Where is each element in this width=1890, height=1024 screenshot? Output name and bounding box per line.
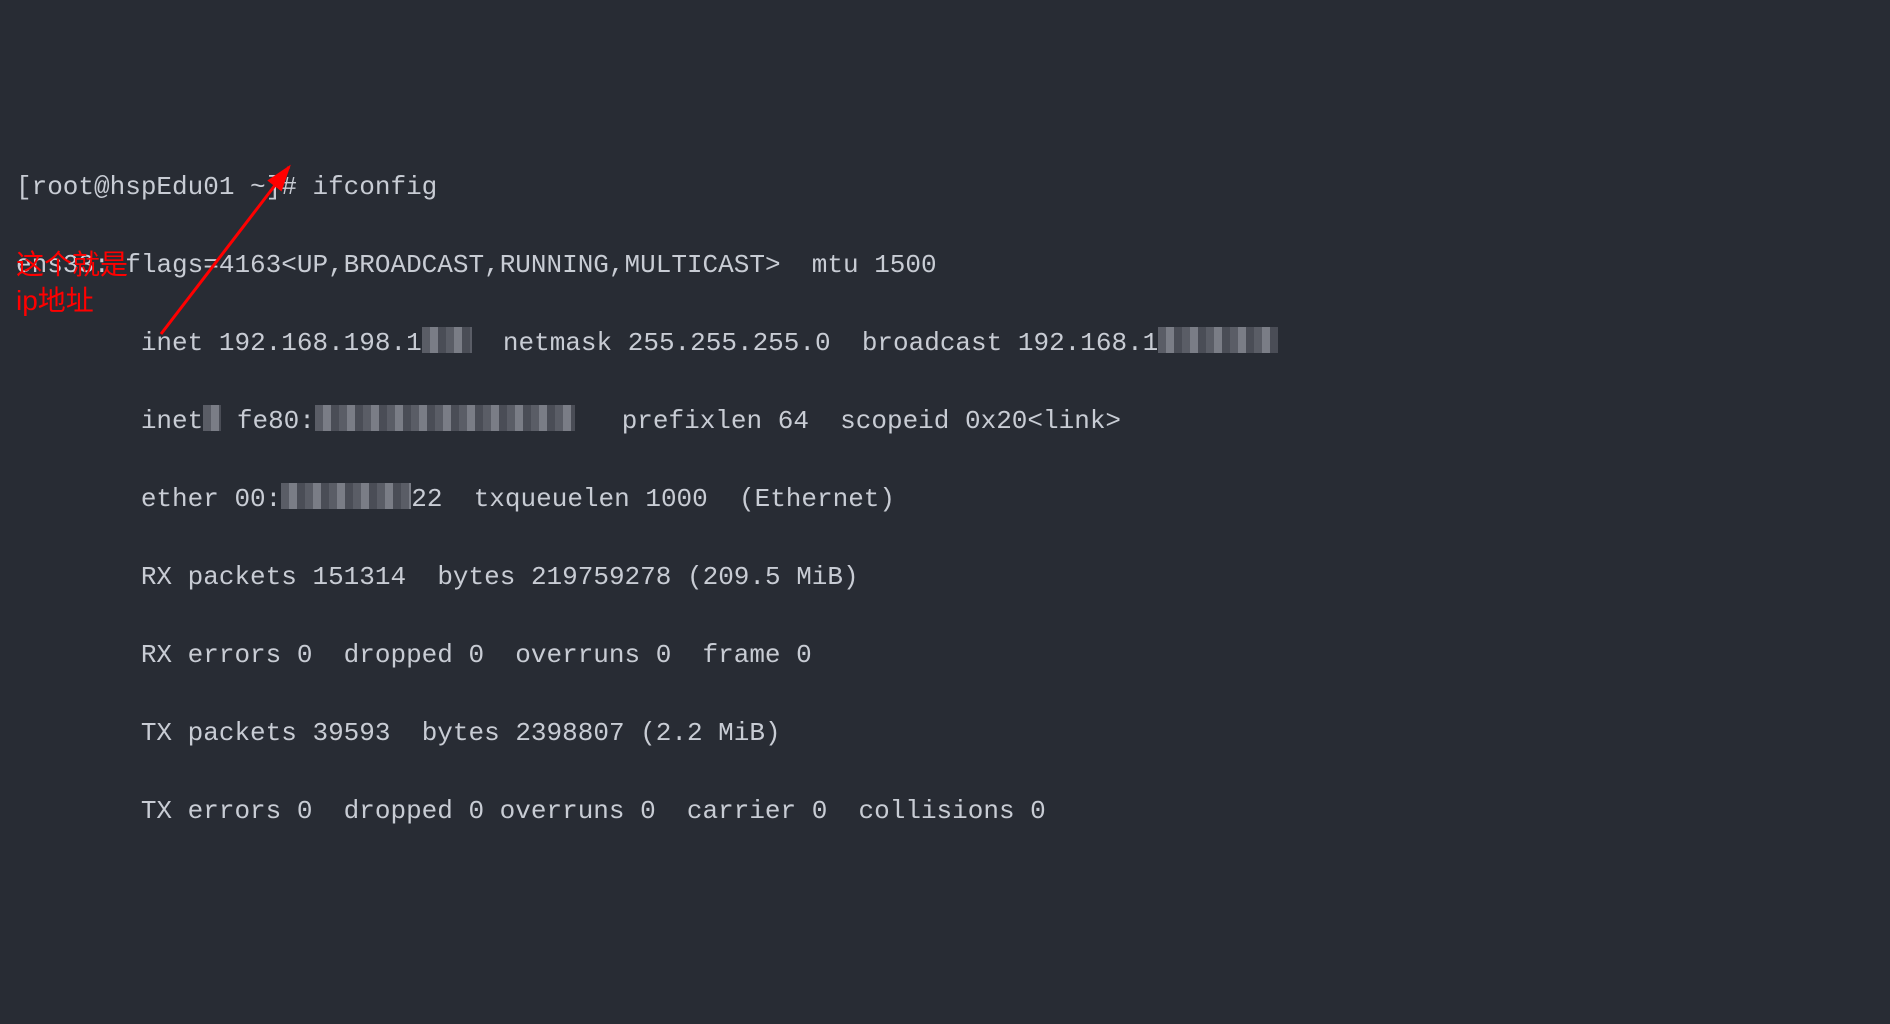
tx-errors-text: TX errors 0 dropped 0 overruns 0 carrier… <box>141 796 1046 826</box>
annotation-label-line2: ip地址 <box>16 283 94 319</box>
tx-errors-line: TX errors 0 dropped 0 overruns 0 carrier… <box>16 792 1874 831</box>
rx-packets-count: 151314 <box>312 562 406 592</box>
broadcast-value: 192.168.1 <box>1018 328 1158 358</box>
inet-ip: 192.168.198.1 <box>219 328 422 358</box>
prompt-user-host: [root@hspEdu01 ~]# <box>16 172 297 202</box>
ether-type: (Ethernet) <box>739 484 895 514</box>
interface-line: ens33: flags=4163<UP,BROADCAST,RUNNING,M… <box>16 246 1874 285</box>
censored-block <box>1158 327 1278 353</box>
rx-bytes-human: (209.5 MiB) <box>687 562 859 592</box>
txqueuelen-label: txqueuelen <box>474 484 630 514</box>
tx-bytes-value: 2398807 <box>515 718 624 748</box>
inet6-label: inet <box>141 406 203 436</box>
censored-block <box>422 327 472 353</box>
command-text: ifconfig <box>312 172 437 202</box>
tx-packets-line: TX packets 39593 bytes 2398807 (2.2 MiB) <box>16 714 1874 753</box>
inet6-line: inet fe80: prefixlen 64 scopeid 0x20<lin… <box>16 402 1874 441</box>
ether-line: ether 00: 22 txqueuelen 1000 (Ethernet) <box>16 480 1874 519</box>
rx-errors-line: RX errors 0 dropped 0 overruns 0 frame 0 <box>16 636 1874 675</box>
inet-label: inet <box>141 328 203 358</box>
prefixlen-value: 64 <box>778 406 809 436</box>
mac-end: 22 <box>411 484 442 514</box>
netmask-value: 255.255.255.0 <box>628 328 831 358</box>
annotation-arrow <box>110 120 280 320</box>
annotation-label-line1: 这个就是 <box>16 247 128 283</box>
rx-packets-line: RX packets 151314 bytes 219759278 (209.5… <box>16 558 1874 597</box>
censored-block <box>281 483 411 509</box>
tx-packets-label: TX packets <box>141 718 297 748</box>
mtu-label: mtu <box>812 250 859 280</box>
mtu-value: 1500 <box>874 250 936 280</box>
tx-packets-count: 39593 <box>312 718 390 748</box>
inet6-addr: fe80: <box>237 406 315 436</box>
prefixlen-label: prefixlen <box>622 406 762 436</box>
tx-bytes-human: (2.2 MiB) <box>640 718 780 748</box>
interface-flags: flags=4163<UP,BROADCAST,RUNNING,MULTICAS… <box>125 250 780 280</box>
rx-bytes-label: bytes <box>437 562 515 592</box>
censored-block <box>203 405 221 431</box>
censored-block <box>315 405 575 431</box>
scopeid-label: scopeid <box>840 406 949 436</box>
rx-bytes-value: 219759278 <box>531 562 671 592</box>
rx-errors-text: RX errors 0 dropped 0 overruns 0 frame 0 <box>141 640 812 670</box>
tx-bytes-label: bytes <box>422 718 500 748</box>
inet-line: inet 192.168.198.1 netmask 255.255.255.0… <box>16 324 1874 363</box>
mac-start: 00: <box>234 484 281 514</box>
broadcast-label: broadcast <box>862 328 1002 358</box>
terminal-prompt-line: [root@hspEdu01 ~]# ifconfig <box>16 168 1874 207</box>
netmask-label: netmask <box>503 328 612 358</box>
scopeid-value: 0x20<link> <box>965 406 1121 436</box>
txqueuelen-value: 1000 <box>645 484 707 514</box>
rx-packets-label: RX packets <box>141 562 297 592</box>
ether-label: ether <box>141 484 219 514</box>
